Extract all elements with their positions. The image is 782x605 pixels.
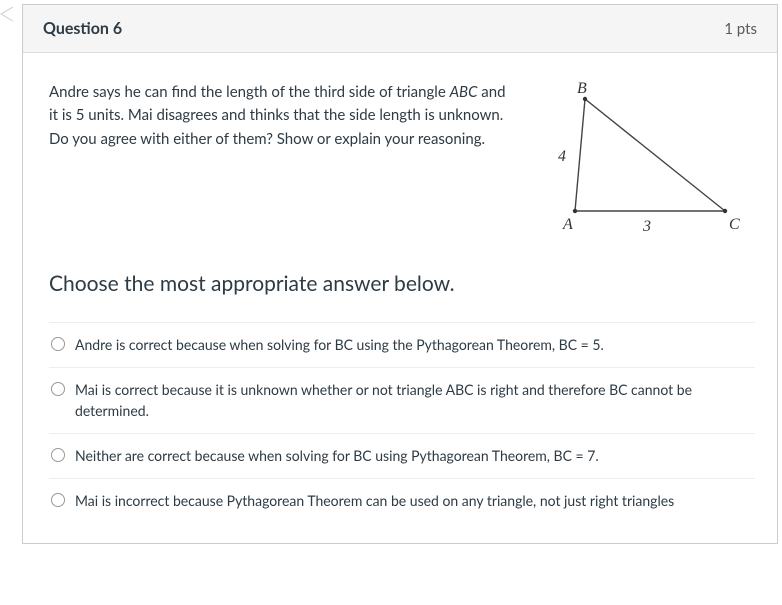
question-header: Question 6 1 pts — [23, 5, 777, 53]
option-1[interactable]: Mai is correct because it is unknown whe… — [49, 367, 755, 433]
side-AB: 4 — [558, 148, 566, 165]
option-0[interactable]: Andre is correct because when solving fo… — [49, 323, 755, 367]
option-label: Mai is incorrect because Pythagorean The… — [75, 491, 674, 511]
triangle-figure: B A C 4 3 — [535, 81, 755, 241]
prompt-row: Andre says he can find the length of the… — [49, 81, 755, 241]
prompt-before: Andre says he can find the length of the… — [49, 83, 450, 101]
option-label: Neither are correct because when solving… — [75, 446, 599, 466]
label-C: C — [729, 216, 740, 233]
options-list: Andre is correct because when solving fo… — [49, 322, 755, 523]
question-body: Andre says he can find the length of the… — [23, 53, 777, 543]
triangle-name: ABC — [450, 83, 478, 101]
question-points: 1 pts — [724, 20, 757, 38]
prompt-text: Andre says he can find the length of the… — [49, 81, 515, 151]
question-title: Question 6 — [43, 19, 122, 38]
sub-prompt: Choose the most appropriate answer below… — [49, 271, 755, 296]
option-3[interactable]: Mai is incorrect because Pythagorean The… — [49, 478, 755, 523]
radio-icon[interactable] — [51, 337, 65, 351]
option-label: Mai is correct because it is unknown whe… — [75, 380, 753, 421]
radio-icon[interactable] — [51, 382, 65, 396]
option-label: Andre is correct because when solving fo… — [75, 335, 604, 355]
side-AC: 3 — [642, 218, 651, 235]
radio-icon[interactable] — [51, 493, 65, 507]
label-B: B — [577, 81, 587, 97]
card-pointer-icon — [0, 5, 15, 23]
option-2[interactable]: Neither are correct because when solving… — [49, 433, 755, 478]
label-A: A — [562, 216, 573, 233]
question-card: Question 6 1 pts Andre says he can find … — [22, 4, 778, 544]
radio-icon[interactable] — [51, 448, 65, 462]
